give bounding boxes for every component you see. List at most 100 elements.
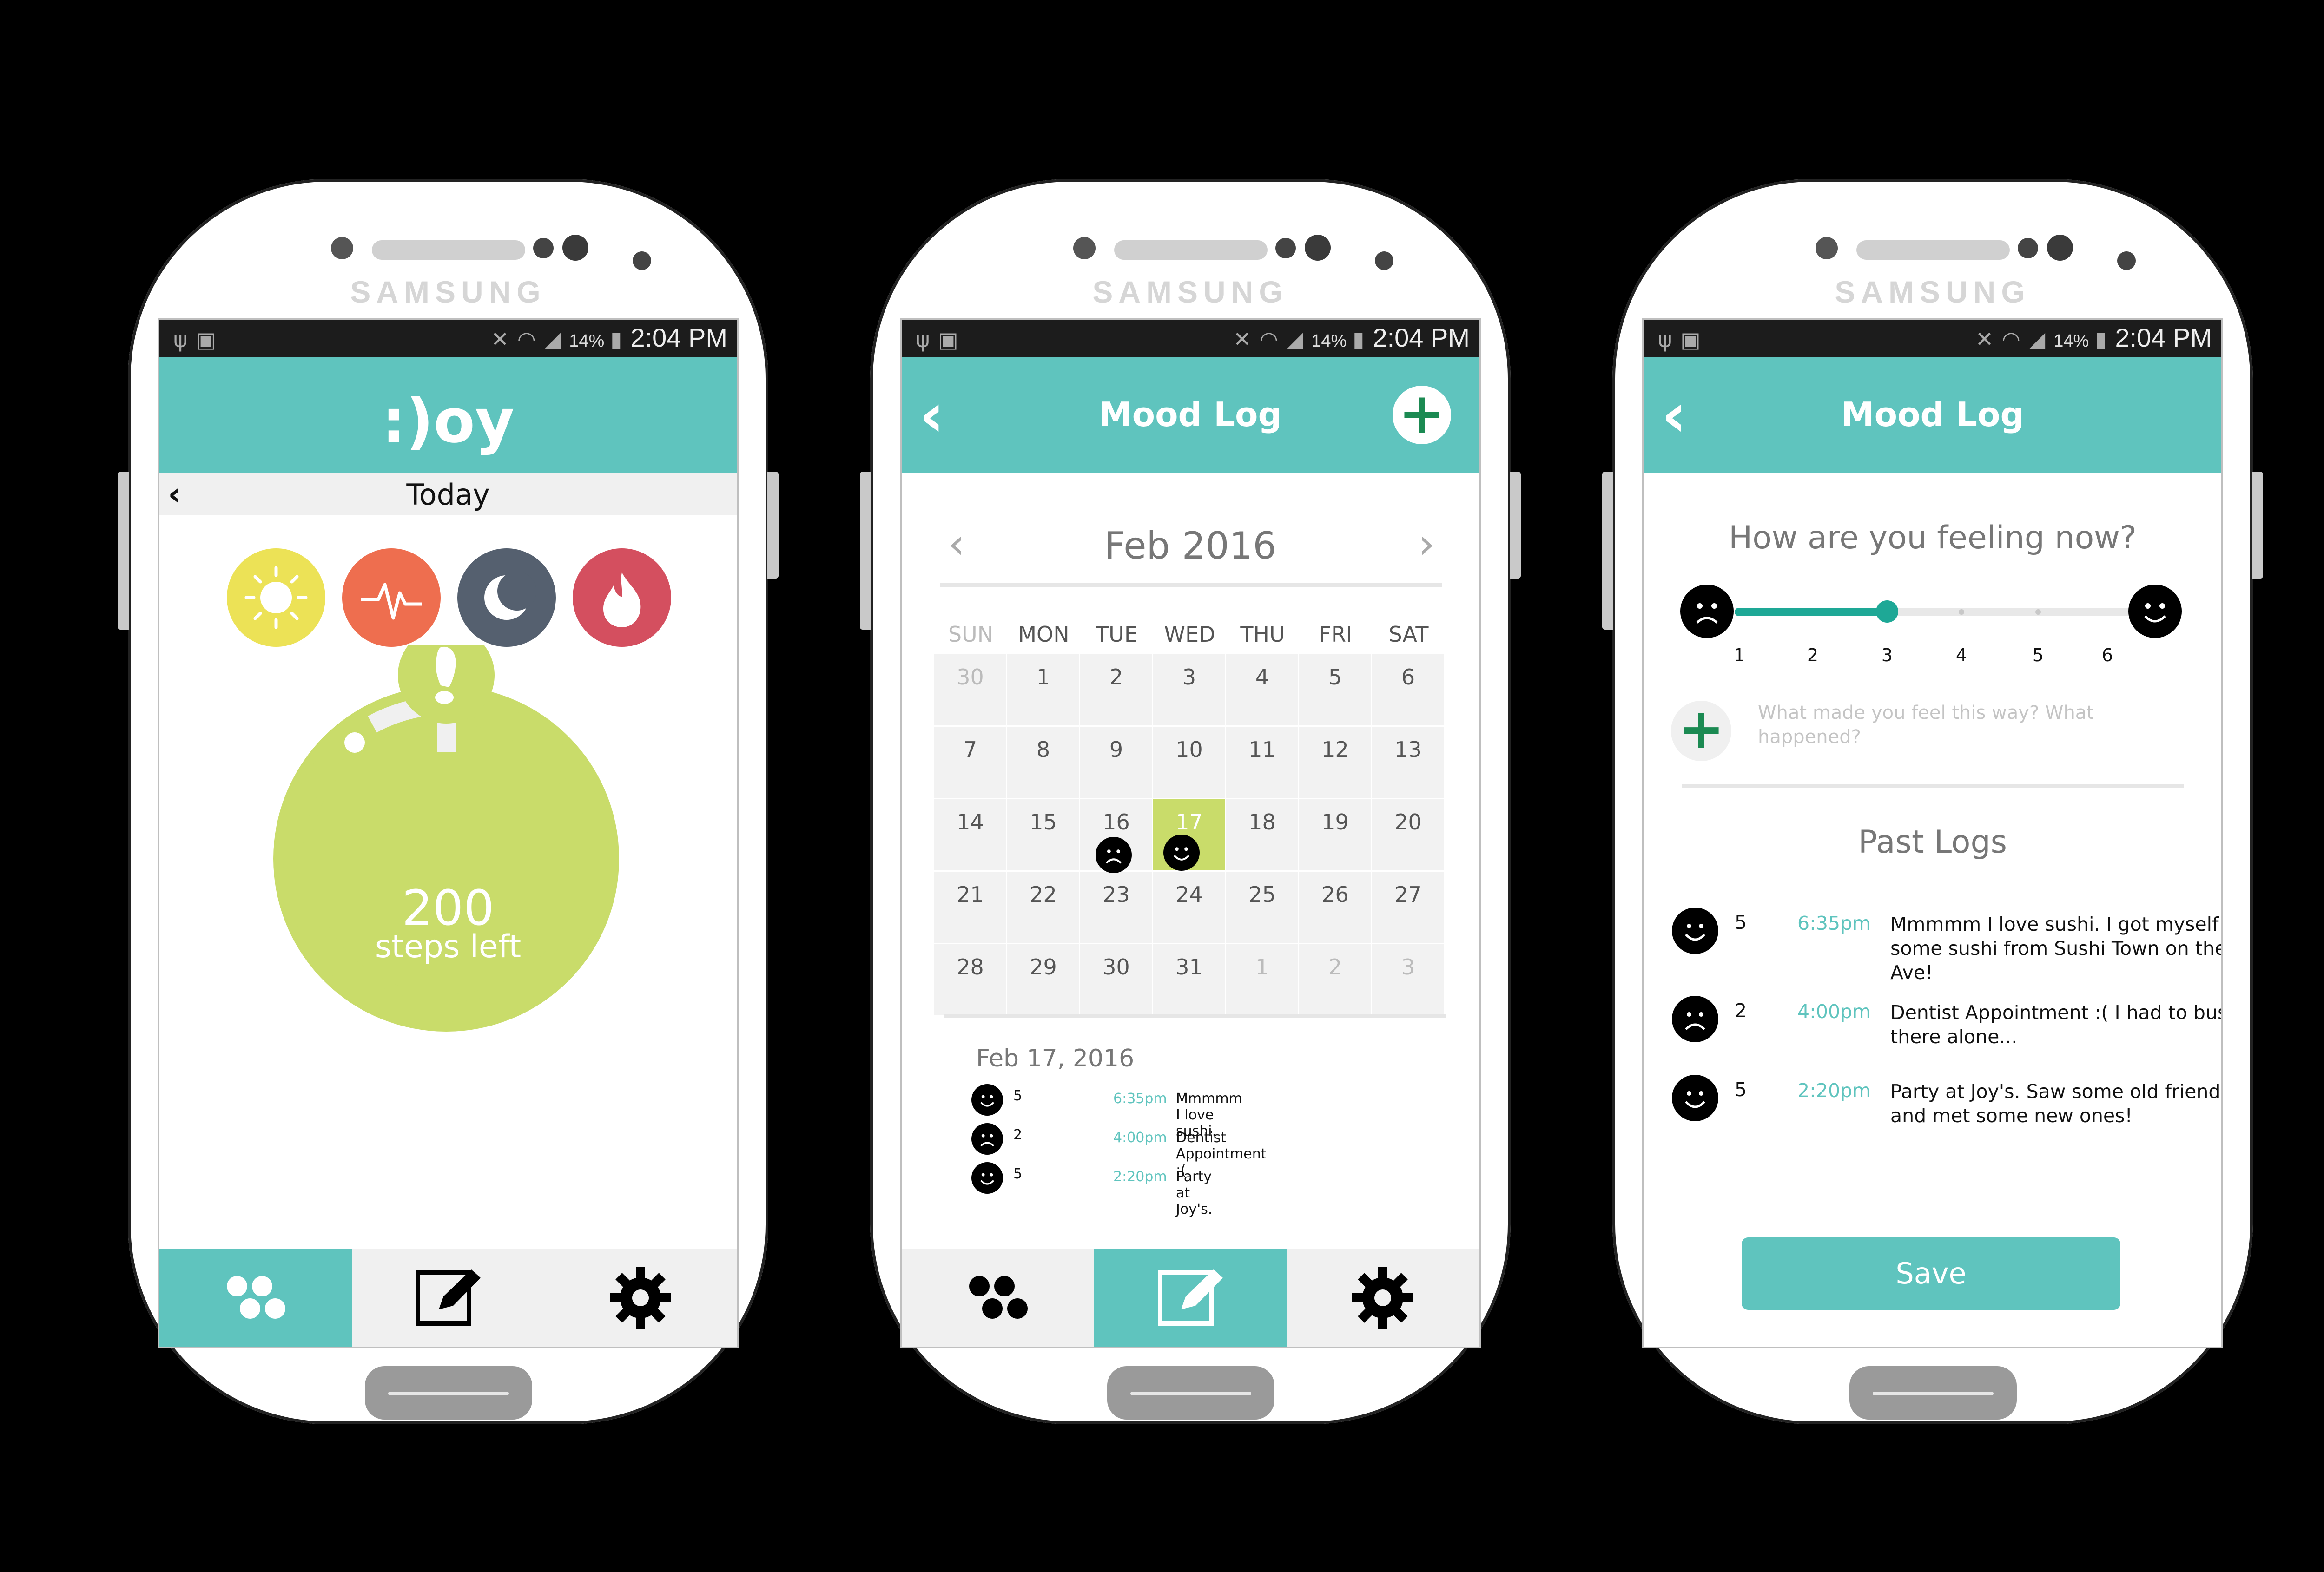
day-number: 17 [1175, 809, 1203, 835]
calendar-day[interactable]: 25 [1226, 872, 1298, 943]
calendar-day[interactable]: 2 [1299, 944, 1371, 1015]
date-label: Today [406, 478, 490, 512]
calendar-day[interactable]: 10 [1153, 727, 1225, 798]
day-number: 30 [1103, 954, 1130, 980]
home-button-highlight [1130, 1392, 1251, 1395]
calendar-day[interactable]: 2 [1080, 654, 1152, 725]
calendar-day[interactable]: 9 [1080, 727, 1152, 798]
scale-label: 2 [1807, 645, 1819, 665]
calendar-day[interactable]: 31 [1153, 944, 1225, 1015]
home-button-highlight [1873, 1392, 1994, 1395]
gear-icon [1352, 1267, 1413, 1329]
app-header: ‹ Mood Log + [902, 357, 1479, 473]
tab-log[interactable] [352, 1249, 544, 1347]
calendar-day[interactable]: 26 [1299, 872, 1371, 943]
sun-icon[interactable] [227, 548, 325, 647]
entry-time: 6:35pm [1113, 1091, 1167, 1107]
calendar-day[interactable]: 8 [1007, 727, 1079, 798]
tab-dashboard[interactable] [902, 1249, 1094, 1347]
sad-face-icon [1096, 837, 1132, 873]
day-number: 22 [1030, 882, 1057, 907]
entry-time: 2:20pm [1113, 1169, 1167, 1185]
home-screen: ψ ▣ ✕ ◠ ◢ 14% ▮ 2:04 PM :)oy ‹ Today 200… [158, 318, 739, 1348]
happy-face-icon [971, 1162, 1003, 1194]
mood-rating: 2 [1013, 1127, 1023, 1143]
calendar-day[interactable]: 24 [1153, 872, 1225, 943]
mood-rating: 2 [1735, 1000, 1747, 1022]
calendar-day[interactable]: 28 [934, 944, 1006, 1015]
wifi-icon: ◠ [517, 327, 536, 351]
proximity-sensor-icon [1275, 238, 1296, 258]
calendar-day[interactable]: 27 [1372, 872, 1444, 943]
calendar-day[interactable]: 6 [1372, 654, 1444, 725]
calendar-day[interactable]: 14 [934, 799, 1006, 870]
sad-face-icon [1680, 585, 1734, 638]
signal-icon: ◢ [1286, 327, 1303, 351]
calendar-day[interactable]: 29 [1007, 944, 1079, 1015]
day-number: 30 [957, 664, 984, 690]
calendar-day[interactable]: 7 [934, 727, 1006, 798]
note-input[interactable]: What made you feel this way? What happen… [1758, 701, 2120, 749]
earpiece-speaker [372, 240, 525, 260]
flame-icon[interactable] [573, 548, 671, 647]
calendar-day[interactable]: 3 [1372, 944, 1444, 1015]
calendar-day[interactable]: 20 [1372, 799, 1444, 870]
battery-icon: ▮ [2089, 327, 2107, 351]
calendar-day[interactable]: 5 [1299, 654, 1371, 725]
calendar-day[interactable]: 19 [1299, 799, 1371, 870]
day-number: 28 [957, 954, 984, 980]
calendar-day[interactable]: 30 [934, 654, 1006, 725]
mood-rating: 5 [1735, 911, 1747, 934]
day-number: 9 [1109, 737, 1123, 762]
calendar-day[interactable]: 22 [1007, 872, 1079, 943]
log-time: 2:20pm [1797, 1079, 1871, 1102]
day-number: 11 [1248, 737, 1276, 762]
day-number: 3 [1401, 954, 1415, 980]
weekday-label: WED [1164, 622, 1215, 647]
weekday-label: SUN [948, 622, 994, 647]
calendar-day[interactable]: 23 [1080, 872, 1152, 943]
tab-dashboard[interactable] [159, 1249, 352, 1347]
weekday-label: MON [1018, 622, 1070, 647]
battery-level: 14% [569, 331, 605, 351]
add-note-button[interactable]: + [1671, 701, 1731, 761]
day-number: 26 [1321, 882, 1349, 907]
mood-slider-handle[interactable] [1876, 600, 1898, 623]
tab-settings[interactable] [544, 1249, 737, 1347]
mute-icon: ✕ [1233, 327, 1251, 351]
calendar-day[interactable]: 4 [1226, 654, 1298, 725]
sensor-icon [1816, 237, 1838, 259]
next-month-icon[interactable]: › [1418, 520, 1435, 568]
calendar-day[interactable]: 15 [1007, 799, 1079, 870]
divider [940, 583, 1442, 587]
day-number: 29 [1030, 954, 1057, 980]
light-sensor-icon [2117, 251, 2136, 270]
status-bar: ψ ▣ ✕ ◠ ◢ 14% ▮ 2:04 PM [159, 320, 737, 357]
add-entry-button[interactable]: + [1393, 386, 1451, 444]
scale-label: 4 [1955, 645, 1967, 665]
brand-label: SAMSUNG [350, 275, 546, 309]
calendar-day[interactable]: 30 [1080, 944, 1152, 1015]
calendar-day[interactable]: 21 [934, 872, 1006, 943]
tab-log[interactable] [1094, 1249, 1287, 1347]
calendar-day[interactable]: 13 [1372, 727, 1444, 798]
day-number: 2 [1328, 954, 1342, 980]
steps-label: steps left [375, 928, 522, 965]
calendar-day[interactable]: 1 [1226, 944, 1298, 1015]
day-number: 12 [1321, 737, 1349, 762]
calendar-day[interactable]: 1 [1007, 654, 1079, 725]
tab-settings[interactable] [1287, 1249, 1479, 1347]
home-button-highlight [388, 1392, 509, 1395]
save-button[interactable]: Save [1742, 1237, 2120, 1310]
page-title: Mood Log [1841, 395, 2025, 434]
app-header: :)oy [159, 357, 737, 473]
earpiece-speaker [1856, 240, 2010, 260]
power-button [1510, 472, 1521, 579]
calendar-day[interactable]: 18 [1226, 799, 1298, 870]
scale-dot [1959, 609, 1964, 615]
calendar-day[interactable]: 12 [1299, 727, 1371, 798]
calendar-day[interactable]: 11 [1226, 727, 1298, 798]
front-camera-icon [1305, 235, 1331, 261]
mute-icon: ✕ [491, 327, 509, 351]
calendar-day[interactable]: 3 [1153, 654, 1225, 725]
